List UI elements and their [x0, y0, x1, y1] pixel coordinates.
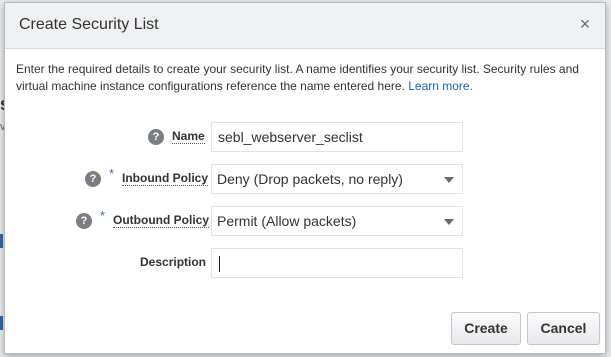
question-circle-icon[interactable]: ? [148, 129, 164, 145]
dialog-header: Create Security List × [5, 3, 605, 49]
name-input[interactable]: sebl_webserver_seclist [211, 122, 463, 152]
intro-description: Enter the required details to create you… [16, 62, 579, 93]
outbound-policy-label: Outbound Policy [113, 213, 209, 228]
background-link-fragment [0, 234, 3, 248]
intro-text: Enter the required details to create you… [16, 61, 601, 95]
outbound-policy-value: Permit (Allow packets) [217, 213, 357, 229]
close-icon[interactable]: × [575, 14, 595, 34]
description-label: Description [140, 255, 207, 269]
required-indicator: * [100, 208, 106, 223]
inbound-policy-select[interactable]: Deny (Drop packets, no reply) [211, 164, 463, 194]
cancel-button[interactable]: Cancel [527, 312, 600, 345]
question-circle-icon[interactable]: ? [76, 213, 92, 229]
inbound-policy-label: Inbound Policy [122, 171, 208, 186]
question-circle-icon[interactable]: ? [85, 171, 101, 187]
create-security-list-dialog: Create Security List × Enter the require… [4, 2, 606, 354]
outbound-policy-select[interactable]: Permit (Allow packets) [211, 206, 463, 236]
description-input[interactable] [211, 248, 463, 278]
inbound-policy-value: Deny (Drop packets, no reply) [217, 171, 403, 187]
dialog-title: Create Security List [19, 16, 159, 33]
chevron-down-icon [444, 177, 454, 183]
required-indicator: * [109, 166, 115, 181]
learn-more-link[interactable]: Learn more. [408, 79, 473, 93]
name-row: ? Name sebl_webserver_seclist [5, 121, 605, 153]
chevron-down-icon [444, 219, 454, 225]
text-cursor [219, 256, 220, 272]
name-label: Name [172, 129, 205, 144]
description-row: Description [5, 247, 605, 279]
inbound-policy-row: ? * Inbound Policy Deny (Drop packets, n… [5, 163, 605, 195]
outbound-policy-row: ? * Outbound Policy Permit (Allow packet… [5, 205, 605, 237]
create-button[interactable]: Create [451, 312, 521, 345]
background-link-fragment [0, 316, 3, 330]
